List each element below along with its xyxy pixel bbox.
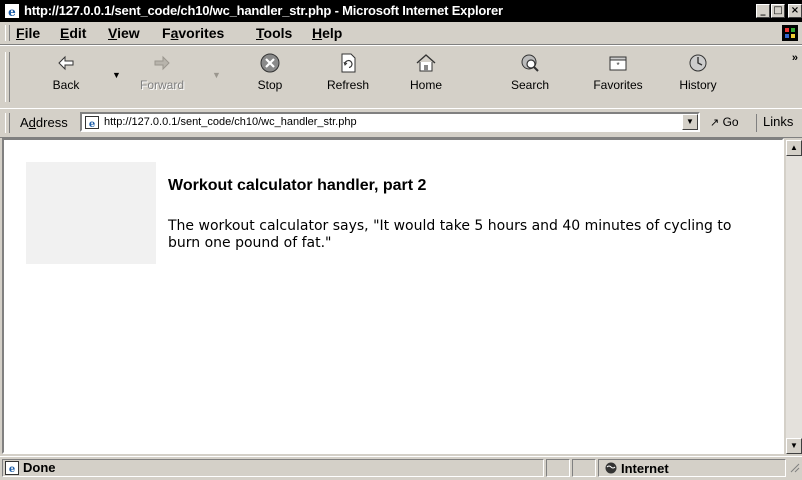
- go-button[interactable]: ↗ Go: [710, 115, 739, 129]
- back-arrow-icon: [58, 55, 74, 71]
- toolbar-grip[interactable]: [5, 52, 10, 102]
- address-bar: Address e http://127.0.0.1/sent_code/ch1…: [0, 108, 802, 138]
- favorites-button[interactable]: * Favorites: [588, 52, 648, 104]
- maximize-button[interactable]: □: [771, 4, 785, 18]
- search-button[interactable]: Search: [500, 52, 560, 104]
- status-cell-2: [572, 459, 596, 477]
- internet-globe-icon: [605, 462, 617, 474]
- menu-edit[interactable]: Edit: [60, 25, 86, 41]
- status-cell-1: [546, 459, 570, 477]
- menu-tools[interactable]: Tools: [256, 25, 292, 41]
- address-grip[interactable]: [5, 113, 10, 133]
- links-button[interactable]: Links: [756, 114, 793, 132]
- status-zone-text: Internet: [621, 461, 669, 476]
- minimize-button[interactable]: _: [756, 4, 770, 18]
- forward-button[interactable]: Forward: [132, 52, 192, 104]
- forward-label: Forward: [139, 78, 184, 92]
- stop-button[interactable]: Stop: [240, 52, 300, 104]
- refresh-icon: [341, 53, 356, 73]
- refresh-label: Refresh: [326, 78, 370, 92]
- refresh-button[interactable]: Refresh: [318, 52, 378, 104]
- search-label: Search: [510, 78, 550, 92]
- windows-logo-icon: [782, 25, 798, 41]
- go-arrow-icon: ↗: [710, 117, 720, 129]
- search-globe-icon: [521, 54, 539, 72]
- page-icon: e: [85, 116, 99, 129]
- internet-explorer-icon: e: [5, 4, 19, 19]
- svg-text:e: e: [89, 119, 95, 129]
- page-heading: Workout calculator handler, part 2: [168, 177, 427, 194]
- home-label: Home: [409, 78, 442, 92]
- toolbar-overflow-chevron[interactable]: »: [792, 52, 798, 64]
- stop-icon: [260, 53, 280, 73]
- svg-text:*: *: [616, 61, 619, 70]
- forward-dropdown-icon[interactable]: ▼: [212, 70, 221, 80]
- favorites-icon: *: [609, 56, 627, 71]
- status-main: e Done: [2, 459, 544, 477]
- address-input[interactable]: e http://127.0.0.1/sent_code/ch10/wc_han…: [80, 112, 700, 132]
- home-icon: [416, 54, 436, 72]
- resize-grip-icon: [790, 463, 800, 473]
- close-button[interactable]: ×: [788, 4, 802, 18]
- svg-text:e: e: [9, 464, 15, 475]
- menu-file[interactable]: File: [16, 25, 40, 41]
- scroll-down-button[interactable]: ▼: [786, 438, 802, 454]
- menu-view[interactable]: View: [108, 25, 140, 41]
- history-icon: [689, 54, 707, 72]
- menu-grip[interactable]: [5, 25, 10, 41]
- standard-toolbar: Back ▼ Forward ▼ Stop Refresh Home Searc…: [0, 45, 802, 109]
- browser-window: e http://127.0.0.1/sent_code/ch10/wc_han…: [0, 0, 802, 478]
- image-placeholder: [26, 162, 156, 264]
- history-label: History: [679, 78, 717, 92]
- back-dropdown-icon[interactable]: ▼: [112, 70, 121, 80]
- menu-favorites[interactable]: Favorites: [162, 25, 224, 41]
- vertical-scrollbar[interactable]: ▲ ▼: [786, 140, 802, 454]
- status-zone: Internet: [598, 459, 786, 477]
- stop-label: Stop: [257, 78, 283, 92]
- favorites-label: Favorites: [593, 78, 643, 92]
- forward-arrow-icon: [154, 55, 170, 71]
- page-viewport: Workout calculator handler, part 2 The w…: [2, 138, 784, 454]
- scroll-up-button[interactable]: ▲: [786, 140, 802, 156]
- address-url: http://127.0.0.1/sent_code/ch10/wc_handl…: [104, 116, 357, 128]
- page-message: The workout calculator says, "It would t…: [168, 218, 732, 251]
- resize-grip[interactable]: [788, 461, 800, 475]
- menu-help[interactable]: Help: [312, 25, 342, 41]
- page-done-icon: e: [5, 461, 19, 475]
- back-label: Back: [52, 78, 80, 92]
- menu-bar: File Edit View Favorites Tools Help: [0, 22, 802, 45]
- window-title: http://127.0.0.1/sent_code/ch10/wc_handl…: [24, 3, 503, 18]
- home-button[interactable]: Home: [396, 52, 456, 104]
- status-bar: e Done Internet: [0, 456, 802, 479]
- status-text: Done: [23, 460, 56, 475]
- svg-text:e: e: [8, 5, 16, 19]
- title-bar[interactable]: e http://127.0.0.1/sent_code/ch10/wc_han…: [0, 0, 802, 22]
- address-label: Address: [20, 115, 68, 130]
- address-dropdown-button[interactable]: ▼: [682, 114, 698, 130]
- history-button[interactable]: History: [668, 52, 728, 104]
- back-button[interactable]: Back: [36, 52, 96, 104]
